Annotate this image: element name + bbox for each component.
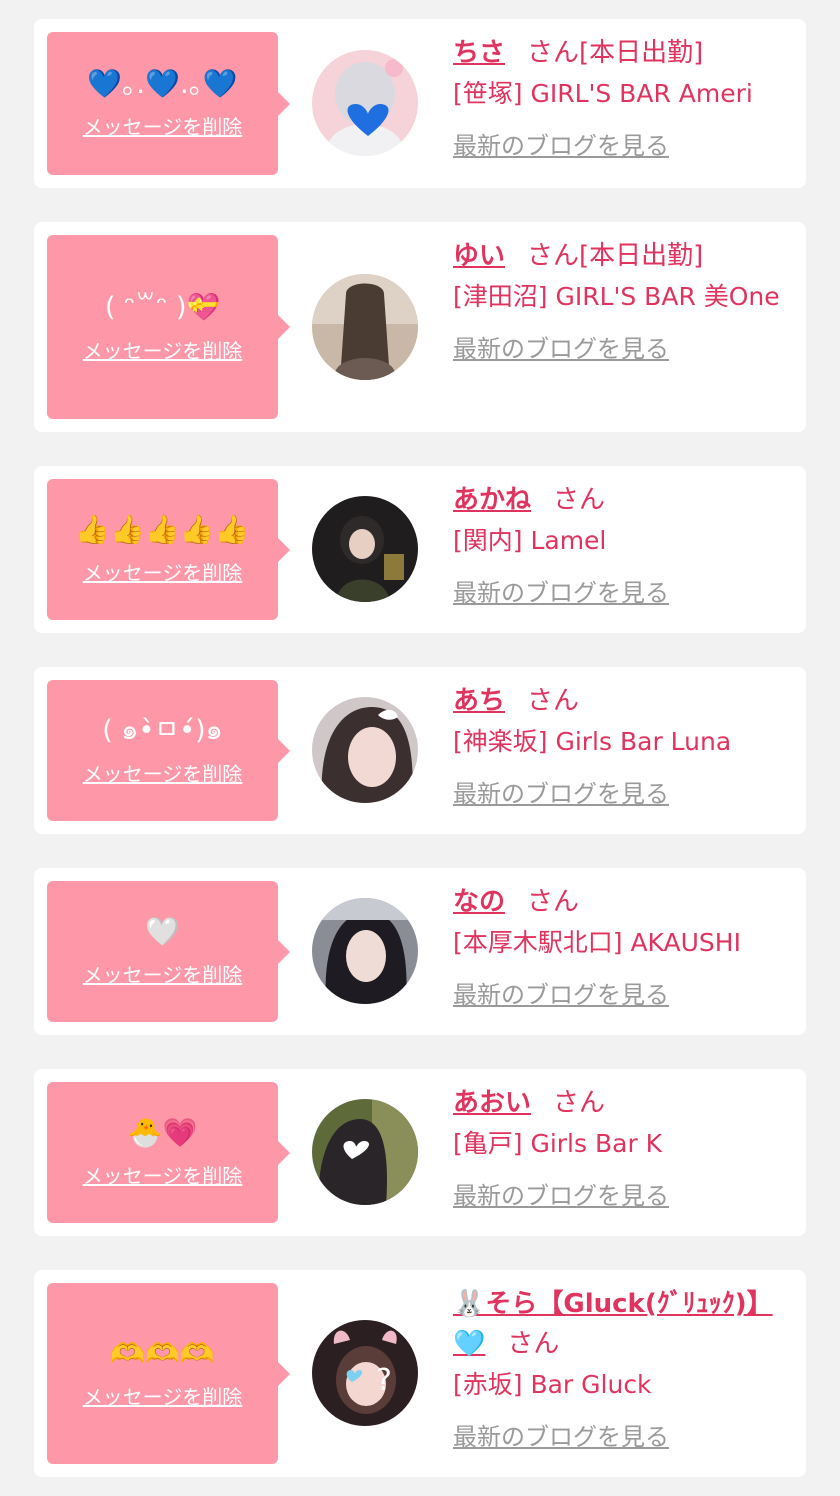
delete-message-link[interactable]: メッセージを削除 xyxy=(83,1160,243,1189)
avatar[interactable] xyxy=(312,274,418,380)
delete-message-link[interactable]: メッセージを削除 xyxy=(83,959,243,988)
avatar[interactable] xyxy=(312,50,418,156)
message-text: 🐣💗 xyxy=(127,1116,198,1149)
cast-name-link[interactable]: ちさ xyxy=(453,38,505,68)
avatar-photo: ? xyxy=(312,1320,418,1426)
cast-info: なの さん [本厚木駅北口] AKAUSHI 最新のブログを見る xyxy=(453,882,792,1010)
message-card: 👍👍👍👍👍 メッセージを削除 あかね さん [関内] Lamel 最新のブログを見… xyxy=(34,466,806,633)
message-list: 💙｡.💙.｡💙 メッセージを削除 ちさ さん[本日出勤] [笹塚] GIRL'S … xyxy=(0,0,840,1496)
avatar-photo xyxy=(312,50,418,156)
message-card: 🫶🫶🫶 メッセージを削除 ? 🐰そら【Gluck(ｸﾞﾘｭｯｸ)】🩵 さん [赤坂… xyxy=(34,1270,806,1477)
honorific: さん xyxy=(553,1088,606,1118)
message-card: 🤍 メッセージを削除 なの さん [本厚木駅北口] AKAUSHI 最新のブログを… xyxy=(34,868,806,1035)
cast-info: あおい さん [亀戸] Girls Bar K 最新のブログを見る xyxy=(453,1083,792,1211)
message-card: ( ᵔ꒳ᵔ )💝 メッセージを削除 ゆい さん[本日出勤] [津田沼] GIRL'… xyxy=(34,222,806,432)
message-text: ( ๑•̀ㅁ•́)๑ xyxy=(102,715,223,746)
latest-blog-link[interactable]: 最新のブログを見る xyxy=(453,1176,669,1211)
delete-message-link[interactable]: メッセージを削除 xyxy=(83,335,243,364)
cast-name-link[interactable]: あち xyxy=(453,686,505,716)
shop-label: [関内] Lamel xyxy=(453,526,607,555)
message-text: 👍👍👍👍👍 xyxy=(75,513,250,546)
message-card: 💙｡.💙.｡💙 メッセージを削除 ちさ さん[本日出勤] [笹塚] GIRL'S … xyxy=(34,19,806,188)
honorific: さん xyxy=(527,241,580,271)
cast-name-link[interactable]: ゆい xyxy=(453,241,505,271)
message-bubble: ( ๑•̀ㅁ•́)๑ メッセージを削除 xyxy=(47,680,290,821)
cast-name-link[interactable]: あおい xyxy=(453,1088,531,1118)
delete-message-link[interactable]: メッセージを削除 xyxy=(83,1381,243,1410)
message-bubble: ( ᵔ꒳ᵔ )💝 メッセージを削除 xyxy=(47,235,290,419)
delete-message-link[interactable]: メッセージを削除 xyxy=(83,111,243,140)
honorific: さん xyxy=(527,887,580,917)
message-text: ( ᵔ꒳ᵔ )💝 xyxy=(104,291,221,323)
message-card: ( ๑•̀ㅁ•́)๑ メッセージを削除 あち さん [神楽坂] Girls Bar… xyxy=(34,667,806,834)
latest-blog-link[interactable]: 最新のブログを見る xyxy=(453,573,669,608)
shop-label: [本厚木駅北口] AKAUSHI xyxy=(453,928,741,957)
latest-blog-link[interactable]: 最新のブログを見る xyxy=(453,975,669,1010)
message-bubble: 🐣💗 メッセージを削除 xyxy=(47,1082,290,1223)
shop-label: [亀戸] Girls Bar K xyxy=(453,1129,663,1158)
avatar-photo xyxy=(312,496,418,602)
message-text: 🤍 xyxy=(145,915,180,948)
message-text: 🫶🫶🫶 xyxy=(110,1337,215,1370)
cast-name-link[interactable]: あかね xyxy=(453,485,531,515)
cast-name-link[interactable]: なの xyxy=(453,887,505,917)
latest-blog-link[interactable]: 最新のブログを見る xyxy=(453,774,669,809)
message-text: 💙｡.💙.｡💙 xyxy=(87,67,238,100)
avatar[interactable]: ? xyxy=(312,1320,418,1426)
honorific: さん xyxy=(553,485,606,515)
latest-blog-link[interactable]: 最新のブログを見る xyxy=(453,329,669,364)
avatar-photo xyxy=(312,898,418,1004)
delete-message-link[interactable]: メッセージを削除 xyxy=(83,557,243,586)
delete-message-link[interactable]: メッセージを削除 xyxy=(83,758,243,787)
message-bubble: 🤍 メッセージを削除 xyxy=(47,881,290,1022)
avatar[interactable] xyxy=(312,1099,418,1205)
latest-blog-link[interactable]: 最新のブログを見る xyxy=(453,126,669,161)
cast-info: ゆい さん[本日出勤] [津田沼] GIRL'S BAR 美One 最新のブログを… xyxy=(453,236,792,364)
message-bubble: 🫶🫶🫶 メッセージを削除 xyxy=(47,1283,290,1464)
avatar-photo xyxy=(312,697,418,803)
shop-label: [津田沼] GIRL'S BAR 美One xyxy=(453,282,780,311)
shop-label: [笹塚] GIRL'S BAR Ameri xyxy=(453,79,753,108)
avatar-photo xyxy=(312,1099,418,1205)
honorific: さん xyxy=(507,1329,560,1359)
cast-info: あかね さん [関内] Lamel 最新のブログを見る xyxy=(453,480,792,608)
message-card: 🐣💗 メッセージを削除 あおい さん [亀戸] Girls Bar K 最新のブロ… xyxy=(34,1069,806,1236)
cast-name-link[interactable]: 🐰そら【Gluck(ｸﾞﾘｭｯｸ)】🩵 xyxy=(453,1289,773,1359)
honorific: さん xyxy=(527,38,580,68)
shop-label: [赤坂] Bar Gluck xyxy=(453,1370,652,1399)
shop-label: [神楽坂] Girls Bar Luna xyxy=(453,727,732,756)
attendance-status: [本日出勤] xyxy=(579,241,704,271)
honorific: さん xyxy=(527,686,580,716)
avatar[interactable] xyxy=(312,496,418,602)
attendance-status: [本日出勤] xyxy=(579,38,704,68)
avatar-photo xyxy=(312,274,418,380)
avatar[interactable] xyxy=(312,898,418,1004)
message-bubble: 💙｡.💙.｡💙 メッセージを削除 xyxy=(47,32,290,175)
avatar[interactable] xyxy=(312,697,418,803)
cast-info: 🐰そら【Gluck(ｸﾞﾘｭｯｸ)】🩵 さん [赤坂] Bar Gluck 最新の… xyxy=(453,1284,792,1452)
cast-info: あち さん [神楽坂] Girls Bar Luna 最新のブログを見る xyxy=(453,681,792,809)
cast-info: ちさ さん[本日出勤] [笹塚] GIRL'S BAR Ameri 最新のブログを… xyxy=(453,33,792,161)
svg-text:?: ? xyxy=(376,1363,392,1398)
latest-blog-link[interactable]: 最新のブログを見る xyxy=(453,1417,669,1452)
message-bubble: 👍👍👍👍👍 メッセージを削除 xyxy=(47,479,290,620)
